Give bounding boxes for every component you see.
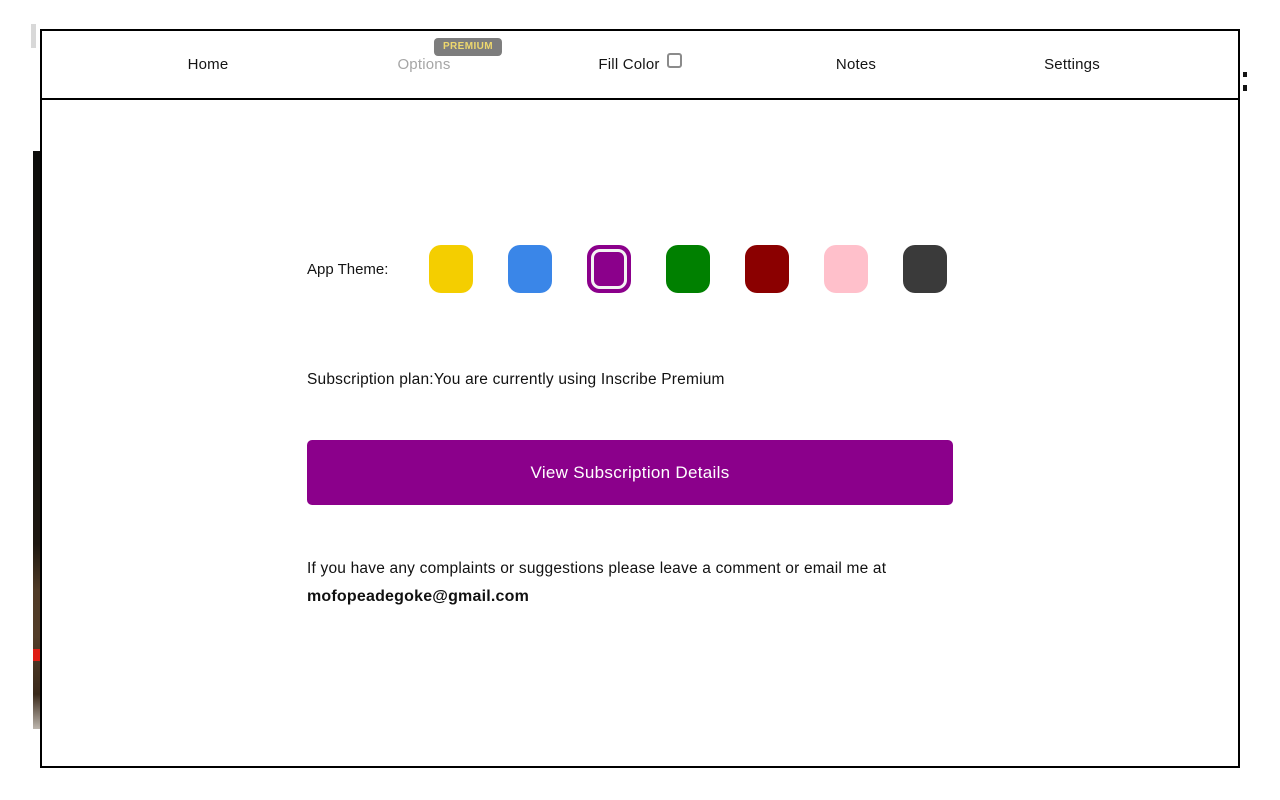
background-edge-fragment xyxy=(1243,85,1247,91)
background-edge-fragment xyxy=(1243,72,1247,77)
nav-item-notes[interactable]: Notes xyxy=(748,31,964,98)
nav-item-settings[interactable]: Settings xyxy=(964,31,1180,98)
background-window-sliver xyxy=(31,24,36,48)
nav-item-label: Options xyxy=(397,56,451,73)
nav-item-label: Settings xyxy=(1044,56,1100,73)
theme-swatch-purple[interactable] xyxy=(587,245,631,293)
fill-color-checkbox[interactable] xyxy=(666,53,682,68)
nav-item-label: Fill Color xyxy=(598,56,660,73)
theme-swatch-pink[interactable] xyxy=(824,245,868,293)
theme-swatch-yellow[interactable] xyxy=(429,245,473,293)
theme-swatches xyxy=(429,245,947,293)
feedback-text: If you have any complaints or suggestion… xyxy=(307,555,886,610)
nav-item-label: Home xyxy=(187,56,229,73)
nav-item-home[interactable]: Home xyxy=(100,31,316,98)
app-window: Home PREMIUM Options Fill Color Notes Se… xyxy=(40,29,1240,768)
navbar: Home PREMIUM Options Fill Color Notes Se… xyxy=(42,31,1238,100)
app-theme-row: App Theme: xyxy=(307,245,947,293)
view-subscription-button[interactable]: View Subscription Details xyxy=(307,440,953,505)
nav-item-label: Notes xyxy=(835,56,877,73)
theme-swatch-dark-gray[interactable] xyxy=(903,245,947,293)
feedback-email: mofopeadegoke@gmail.com xyxy=(307,587,530,605)
nav-item-fill-color[interactable]: Fill Color xyxy=(532,31,748,98)
feedback-line1: If you have any complaints or suggestion… xyxy=(307,560,887,577)
premium-badge: PREMIUM xyxy=(433,38,503,56)
theme-swatch-dark-red[interactable] xyxy=(745,245,789,293)
nav-item-options[interactable]: PREMIUM Options xyxy=(316,31,532,98)
subscription-status-text: Subscription plan:You are currently usin… xyxy=(307,371,725,388)
theme-swatch-blue[interactable] xyxy=(508,245,552,293)
app-theme-label: App Theme: xyxy=(307,260,389,278)
theme-swatch-green[interactable] xyxy=(666,245,710,293)
